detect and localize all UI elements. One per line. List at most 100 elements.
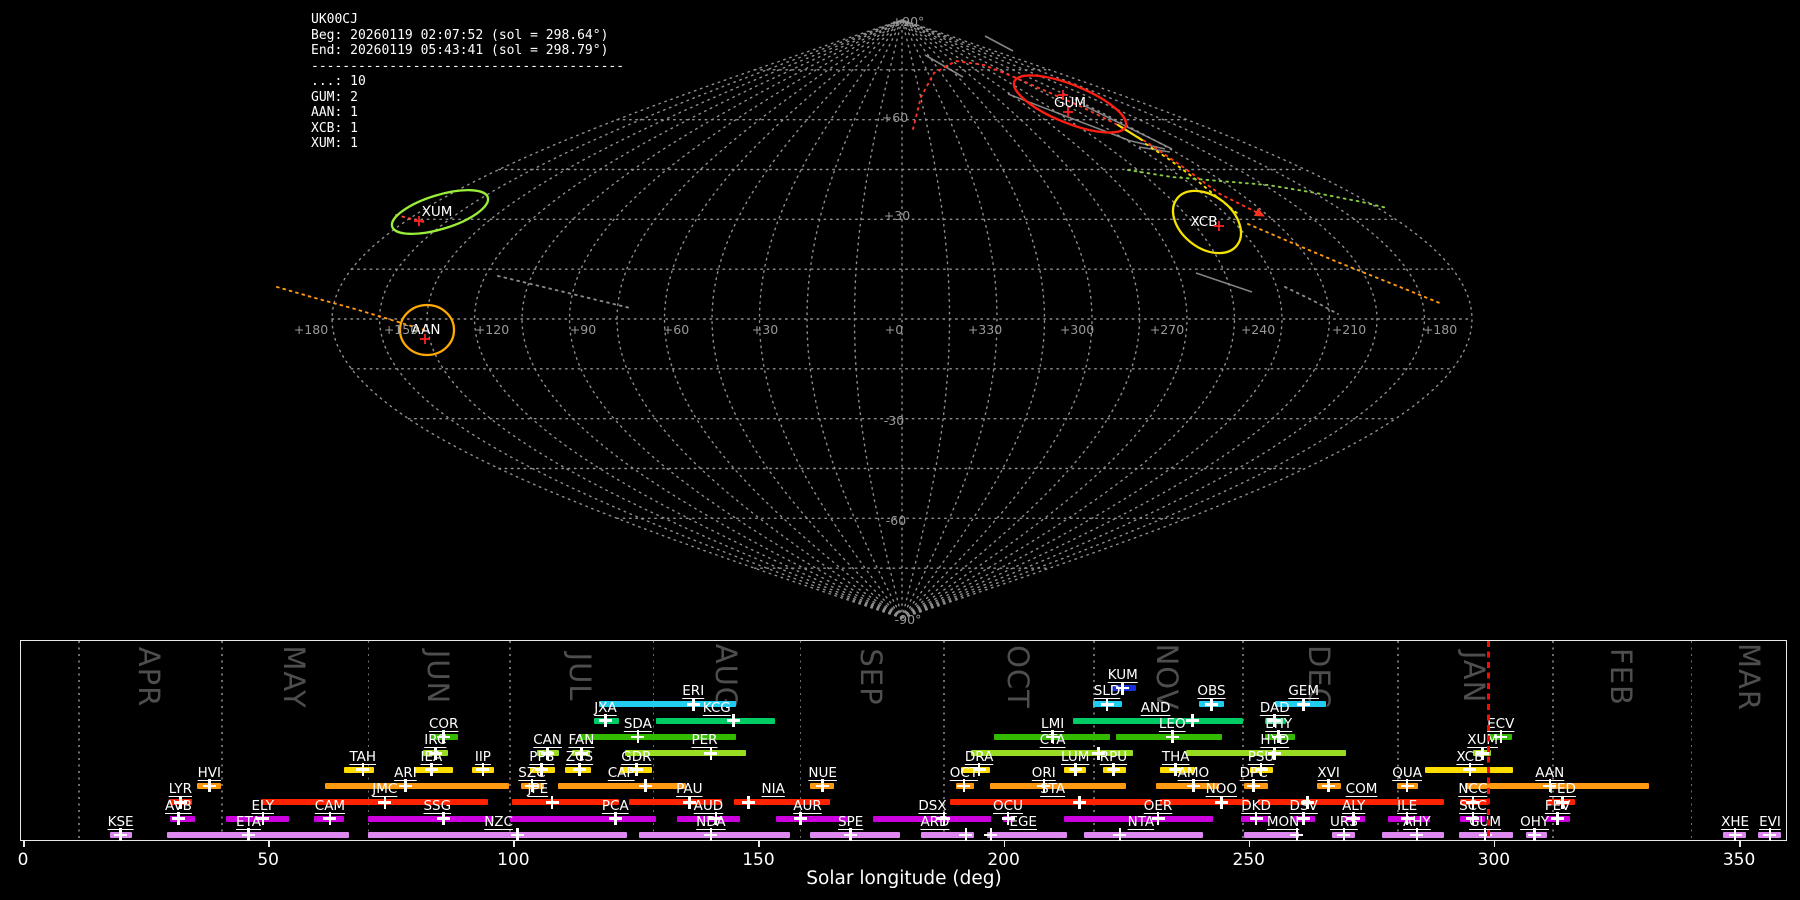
peak-marker-DKD xyxy=(1249,812,1263,826)
peak-marker-NIA xyxy=(742,795,756,809)
peak-marker-arm xyxy=(1302,812,1305,826)
shower-label-XHE: XHE xyxy=(1721,813,1750,830)
peak-marker-ARI xyxy=(398,779,412,793)
shower-label-ARD: ARD xyxy=(920,813,950,830)
peak-marker-arm xyxy=(964,828,968,842)
shower-label-ERI: ERI xyxy=(682,683,705,700)
peak-marker-CAP xyxy=(639,779,653,793)
month-label: MAR xyxy=(1731,642,1766,712)
shower-label-ORI: ORI xyxy=(1031,764,1056,781)
month-gridline xyxy=(221,641,223,840)
shower-label-ETA: ETA xyxy=(236,813,262,830)
peak-marker-arm xyxy=(849,828,852,842)
peak-marker-XHE xyxy=(1728,828,1742,842)
peak-marker-arm xyxy=(1295,828,1299,842)
meteor-track xyxy=(1084,105,1173,150)
shower-label-DSV: DSV xyxy=(1289,797,1318,814)
peak-marker-ZCS xyxy=(572,763,586,777)
peak-marker-arm xyxy=(1327,779,1330,793)
shower-label-SPE: SPE xyxy=(838,813,864,830)
peak-marker-arm xyxy=(977,763,981,777)
shower-label-IRC: IRC xyxy=(424,732,447,749)
shower-label-PSU: PSU xyxy=(1247,748,1275,765)
peak-marker-arm xyxy=(635,763,638,777)
month-gridline xyxy=(652,641,655,840)
peak-marker-arm xyxy=(962,779,966,793)
drift-trail xyxy=(497,275,631,309)
shower-label-KCG: KCG xyxy=(702,699,731,716)
meteor-track xyxy=(924,54,964,78)
shower-label-LUM: LUM xyxy=(1060,748,1090,765)
month-label: MAY xyxy=(277,645,312,709)
shower-label-NTA: NTA xyxy=(1127,813,1155,830)
peak-marker-AVB xyxy=(171,812,185,826)
month-gridline xyxy=(508,641,511,840)
peak-marker-arm xyxy=(516,828,520,842)
shower-label-EGE: EGE xyxy=(1009,813,1037,830)
longitude-label: +90 xyxy=(570,322,596,337)
peak-marker-arm xyxy=(1156,812,1160,826)
axis-tick xyxy=(268,840,270,847)
peak-marker-AHY xyxy=(1410,828,1424,842)
shower-label-NIA: NIA xyxy=(761,781,785,798)
shower-label-SDA: SDA xyxy=(623,715,652,732)
month-label: APR xyxy=(132,646,167,708)
shower-label-TAH: TAH xyxy=(349,748,377,765)
shower-label-CTA: CTA xyxy=(1039,732,1066,749)
shower-label-OHY: OHY xyxy=(1520,813,1550,830)
axis-tick-label: 50 xyxy=(257,850,279,870)
axis-tick-label: 300 xyxy=(1477,850,1511,870)
peak-marker-HVI xyxy=(202,779,216,793)
peak-marker-JMC xyxy=(378,795,392,809)
month-label: JUL xyxy=(563,652,598,702)
longitude-label: +240 xyxy=(1241,322,1275,337)
peak-marker-arm xyxy=(1483,828,1487,842)
shower-label-NDA: NDA xyxy=(696,813,726,830)
peak-marker-arm xyxy=(578,763,581,777)
shower-label-ARI: ARI xyxy=(394,764,417,781)
month-label: JUN xyxy=(421,649,456,705)
shower-label-PPS: PPS xyxy=(529,748,555,765)
shower-label-XUM: XUM xyxy=(1467,732,1498,749)
peak-marker-OHY xyxy=(1528,828,1542,842)
sky-map: GUMXCBXUMAAN+90°+60+30-30-60-90°+180 +150… xyxy=(276,14,1473,627)
shower-label-DRA: DRA xyxy=(964,748,994,765)
shower-label-HYD: HYD xyxy=(1260,732,1290,749)
latitude-label: -30 xyxy=(884,413,904,428)
axis-tick xyxy=(1003,840,1006,847)
peak-marker-NOO xyxy=(1214,795,1228,809)
peak-marker-PER xyxy=(704,746,718,760)
peak-marker-LUM xyxy=(1068,763,1082,777)
axis-tick xyxy=(23,840,25,847)
shower-label-SLD: SLD xyxy=(1093,683,1121,700)
shower-label-DPC: DPC xyxy=(1239,764,1268,781)
peak-marker-XVI xyxy=(1322,779,1336,793)
axis-tick xyxy=(1493,840,1496,847)
month-gridline xyxy=(1690,641,1693,840)
peak-marker-arm xyxy=(328,812,332,826)
longitude-label: +330 xyxy=(968,322,1002,337)
peak-marker-XCB xyxy=(1463,763,1477,777)
peak-marker-SSG xyxy=(437,812,451,826)
shower-label-XCB: XCB xyxy=(1456,748,1484,765)
peak-marker-arm xyxy=(1533,828,1536,842)
month-gridline xyxy=(367,641,370,840)
shower-bar-NTA xyxy=(1084,831,1204,838)
shower-label-JXA: JXA xyxy=(594,699,617,716)
peak-marker-AND xyxy=(1185,714,1199,728)
shower-bar-ARI xyxy=(325,782,510,789)
peak-marker-IIP xyxy=(476,763,490,777)
peak-marker-arm xyxy=(604,714,607,728)
latitude-label: +60 xyxy=(882,110,908,125)
shower-label-JPE: JPE xyxy=(527,781,549,798)
peak-marker-arm xyxy=(1210,697,1213,711)
shower-label-URS: URS xyxy=(1329,813,1358,830)
shower-label-GDR: GDR xyxy=(621,748,652,765)
peak-marker-EVI xyxy=(1763,828,1777,842)
peak-marker-TAH xyxy=(356,763,370,777)
peak-marker-arm xyxy=(430,763,433,777)
shower-label-ELY: ELY xyxy=(251,797,275,814)
peak-marker-arm xyxy=(1556,812,1559,826)
axis-tick-label: 250 xyxy=(1232,850,1265,870)
shower-bar-JMC xyxy=(261,799,489,806)
